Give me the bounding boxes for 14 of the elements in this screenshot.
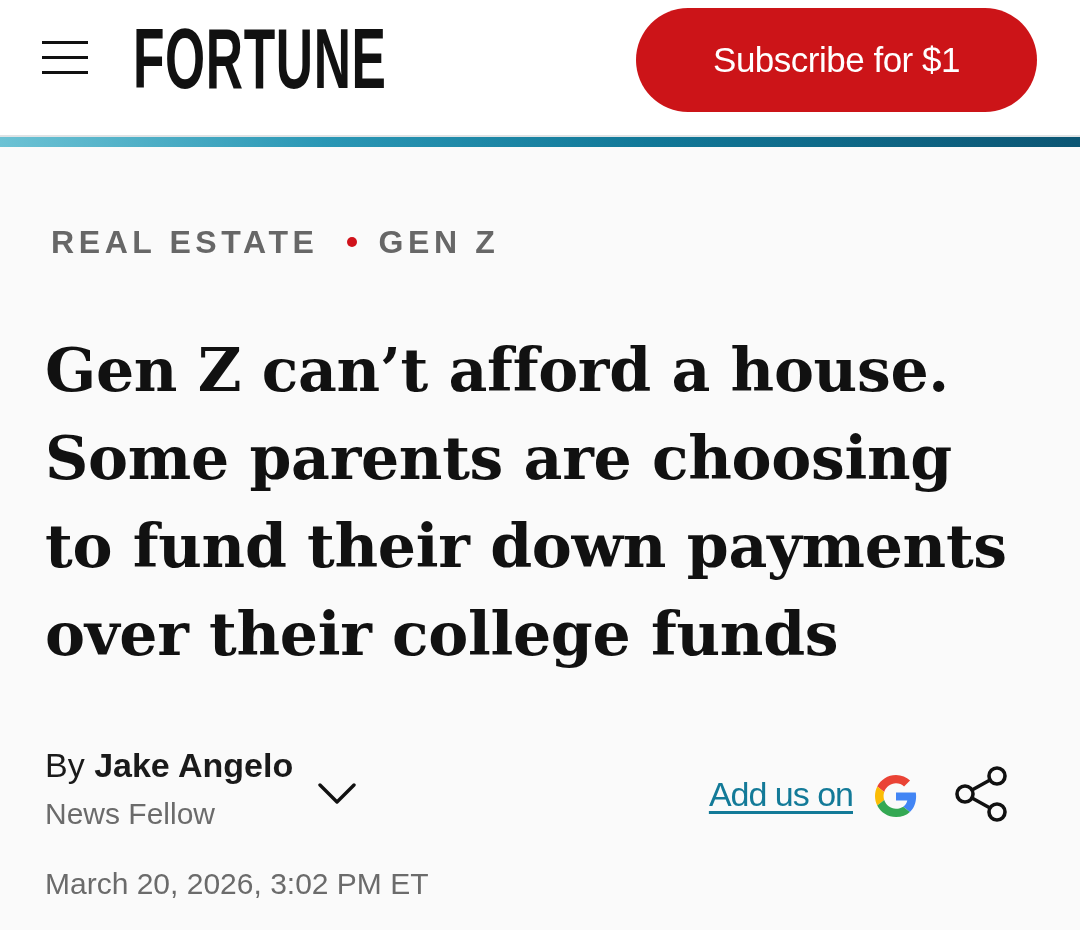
publish-date: March 20, 2026, 3:02 PM ET bbox=[45, 866, 429, 902]
separator-dot-icon bbox=[346, 237, 357, 247]
subscribe-button[interactable]: Subscribe for $1 bbox=[636, 8, 1037, 112]
category-link[interactable]: GEN Z bbox=[378, 222, 500, 262]
article-headline: Gen Z can’t afford a house. Some parents are choosing to fund their down payments over their college funds bbox=[45, 334, 1008, 671]
category-link[interactable]: REAL ESTATE bbox=[51, 222, 319, 262]
chevron-down-icon[interactable] bbox=[318, 783, 357, 805]
share-icon[interactable] bbox=[955, 766, 1007, 822]
menu-icon[interactable] bbox=[42, 39, 88, 75]
google-g-icon[interactable] bbox=[875, 775, 917, 817]
author-title: News Fellow bbox=[45, 796, 216, 832]
add-us-link[interactable]: Add us on bbox=[708, 772, 853, 816]
author-byline: By Jake Angelo bbox=[45, 745, 294, 786]
fortune-logo[interactable]: FORTUNE bbox=[133, 15, 387, 101]
